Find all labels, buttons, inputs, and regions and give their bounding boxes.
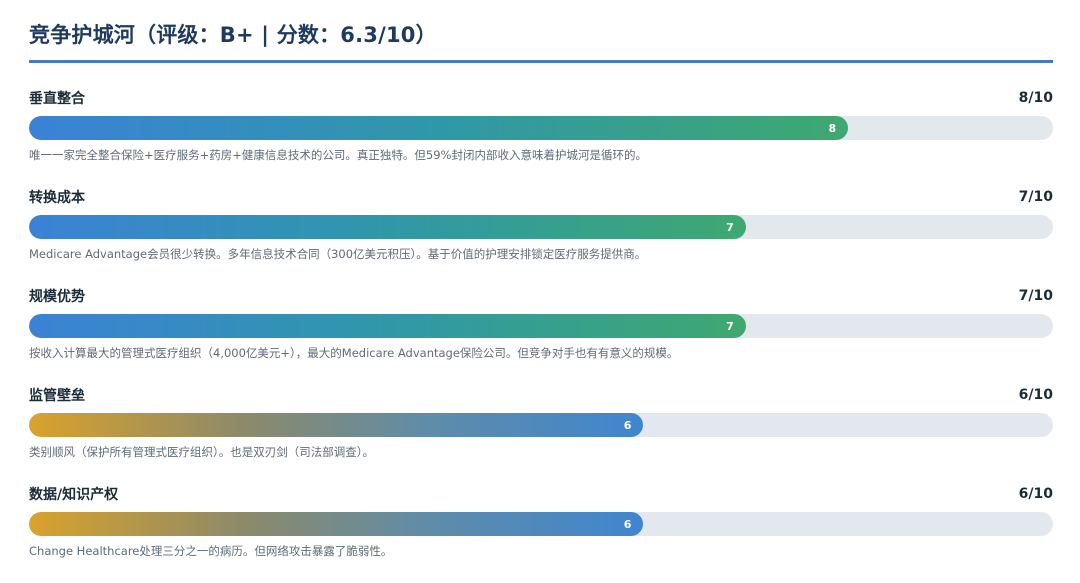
- moat-item-scale-advantage: 规模优势 7/10 7 按收入计算最大的管理式医疗组织（4,000亿美元+），最…: [29, 286, 1053, 385]
- item-description: Medicare Advantage会员很少转换。多年信息技术合同（300亿美元…: [29, 247, 647, 261]
- title-divider: [29, 60, 1053, 63]
- score-bar-track: 6: [29, 413, 1053, 437]
- item-description: Change Healthcare处理三分之一的病历。但网络攻击暴露了脆弱性。: [29, 544, 393, 558]
- moat-item-regulatory-barriers: 监管壁垒 6/10 6 类别顺风（保护所有管理式医疗组织）。也是双刃剑（司法部调…: [29, 385, 1053, 484]
- score-bar-track: 8: [29, 116, 1053, 140]
- score-bar-fill: 6: [29, 413, 644, 437]
- score-bar-fill: 8: [29, 116, 849, 140]
- item-score: 6/10: [1018, 387, 1053, 403]
- score-bar-track: 6: [29, 512, 1053, 536]
- item-description: 类别顺风（保护所有管理式医疗组织）。也是双刃剑（司法部调查）。: [29, 445, 374, 459]
- item-score: 8/10: [1018, 90, 1053, 106]
- item-label: 转换成本: [29, 190, 85, 206]
- item-description: 按收入计算最大的管理式医疗组织（4,000亿美元+），最大的Medicare A…: [29, 346, 679, 360]
- item-label: 数据/知识产权: [29, 487, 119, 503]
- item-score: 7/10: [1018, 288, 1053, 304]
- moat-list: 垂直整合 8/10 8 唯一一家完全整合保险+医疗服务+药房+健康信息技术的公司…: [29, 88, 1053, 583]
- score-bar-fill: 6: [29, 512, 644, 536]
- moat-item-data-ip: 数据/知识产权 6/10 6 Change Healthcare处理三分之一的病…: [29, 484, 1053, 583]
- score-bar-fill: 7: [29, 215, 746, 239]
- score-bar-value: 8: [828, 121, 837, 135]
- item-label: 垂直整合: [29, 91, 85, 107]
- score-bar-value: 7: [726, 319, 734, 333]
- score-bar-value: 6: [623, 517, 632, 531]
- item-label: 规模优势: [29, 289, 85, 305]
- item-label: 监管壁垒: [29, 388, 85, 404]
- page-title: 竞争护城河（评级：B+ | 分数：6.3/10）: [29, 23, 437, 47]
- item-score: 7/10: [1018, 189, 1053, 205]
- moat-item-switching-costs: 转换成本 7/10 7 Medicare Advantage会员很少转换。多年信…: [29, 187, 1053, 286]
- item-score: 6/10: [1018, 486, 1053, 502]
- moat-item-vertical-integration: 垂直整合 8/10 8 唯一一家完全整合保险+医疗服务+药房+健康信息技术的公司…: [29, 88, 1053, 187]
- moat-panel: 竞争护城河（评级：B+ | 分数：6.3/10） 垂直整合 8/10 8 唯一一…: [29, 0, 1053, 583]
- score-bar-value: 7: [726, 220, 734, 234]
- score-bar-track: 7: [29, 215, 1053, 239]
- score-bar-value: 6: [623, 418, 632, 432]
- item-description: 唯一一家完全整合保险+医疗服务+药房+健康信息技术的公司。真正独特。但59%封闭…: [29, 148, 647, 162]
- score-bar-fill: 7: [29, 314, 746, 338]
- score-bar-track: 7: [29, 314, 1053, 338]
